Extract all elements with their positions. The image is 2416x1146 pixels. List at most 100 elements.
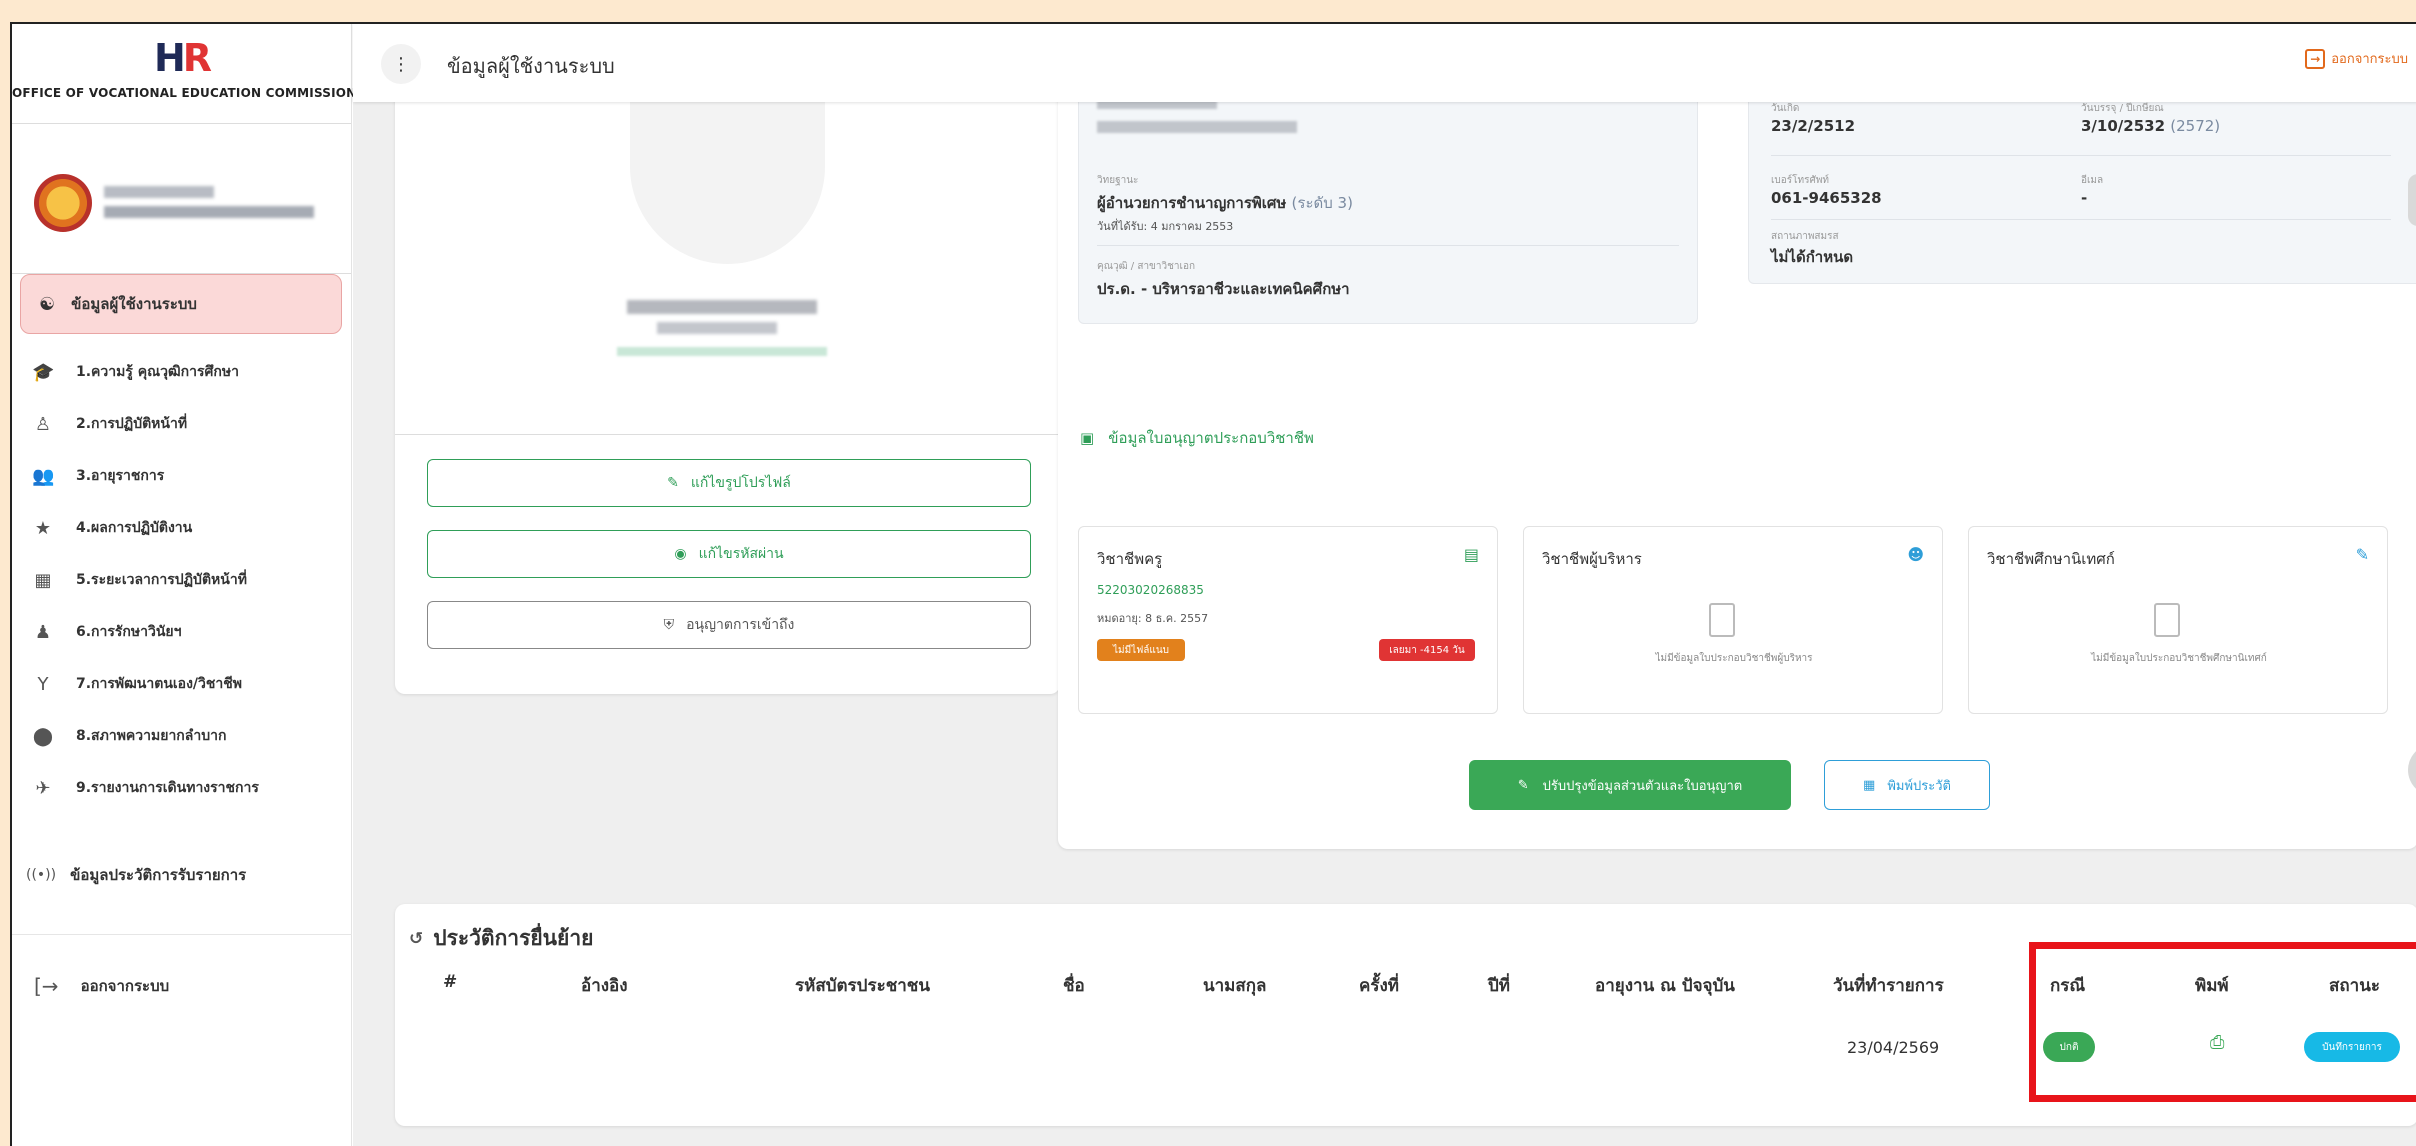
hr-logo: HR (153, 36, 212, 80)
sidebar-item-history[interactable]: ((•)) ข้อมูลประวัติการรับรายการ (12, 849, 246, 901)
expired-badge: เลยมา -4154 วัน (1379, 639, 1475, 661)
profile-name-blurred (627, 300, 817, 314)
sidebar: HR OFFICE OF VOCATIONAL EDUCATION COMMIS… (12, 24, 357, 1146)
users-icon: 👥 (32, 465, 55, 487)
sidebar-item-label: ข้อมูลประวัติการรับรายการ (70, 866, 247, 884)
id-badge-icon[interactable]: ▤ (1464, 545, 1479, 564)
history-title: ↺ ประวัติการยื่นย้าย (409, 926, 594, 950)
profile-id-blurred (657, 322, 777, 334)
position-box: วิทยฐานะ ผู้อำนวยการชำนาญการพิเศษ (ระดับ… (1078, 64, 1698, 324)
license-card-supervisor: วิชาชีพศึกษานิเทศก์ ✎ ไม่มีข้อมูลใบประกอ… (1968, 526, 2388, 714)
license-card-admin: วิชาชีพผู้บริหาร ☻ ไม่มีข้อมูลใบประกอบวิ… (1523, 526, 1943, 714)
column-header: รหัสบัตรประชาชน (795, 976, 930, 996)
column-header: # (443, 972, 458, 992)
degree-value: ปร.ด. - บริหารอาชีวะและเทคนิคศึกษา (1097, 280, 1350, 298)
sidebar-item-5[interactable]: ▦ 5.ระยะเวลาการปฏิบัติหน้าที่ (12, 554, 352, 606)
no-file-badge: ไม่มีไฟล์แนบ (1097, 639, 1185, 661)
birth-date: 23/2/2512 (1771, 117, 1856, 135)
sidebar-logout-button[interactable]: [→ ออกจากระบบ (34, 974, 169, 998)
key-icon: ◉ (674, 546, 687, 562)
main-content: ⋮ ข้อมูลผู้ใช้งานระบบ → ออกจากระบบ ✎ แก้ไ… (353, 24, 2416, 1146)
sidebar-item-6[interactable]: ♟ 6.การรักษาวินัยฯ (12, 606, 352, 658)
divider (1771, 219, 2391, 220)
map-pin-icon: ⬤ (32, 725, 54, 747)
sidebar-item-8[interactable]: ⬤ 8.สภาพความยากลำบาก (12, 710, 352, 762)
page-title: ข้อมูลผู้ใช้งานระบบ (447, 54, 615, 78)
profile-card: ✎ แก้ไขรูปโปรไฟล์ ◉ แก้ไขรหัสผ่าน ⛨ อนุญาตก… (395, 64, 1060, 694)
column-header: นามสกุล (1203, 976, 1267, 996)
edit-icon: ✎ (667, 475, 679, 491)
edit-icon: ✎ (1517, 777, 1529, 793)
user-edit-icon: ✎ (2355, 545, 2369, 564)
sidebar-item-9[interactable]: ✈ 9.รายงานการเดินทางราชการ (12, 762, 352, 814)
sidebar-item-7[interactable]: Y 7.การพัฒนาตนเอง/วิชาชีพ (12, 658, 352, 710)
org-detail-blurred (104, 206, 314, 218)
org-info (12, 124, 351, 274)
menu-toggle-button[interactable]: ⋮ (381, 44, 421, 84)
license-card-teacher: วิชาชีพครู ▤ 52203020268835 หมดอายุ: 8 ธ… (1078, 526, 1498, 714)
sidebar-item-label: ข้อมูลผู้ใช้งานระบบ (71, 295, 197, 313)
sidebar-item-1[interactable]: 🎓 1.ความรู้ คุณวุฒิการศึกษา (12, 346, 352, 398)
start-date: 3/10/2532 (2572) (2081, 117, 2221, 135)
logo-subtitle: OFFICE OF VOCATIONAL EDUCATION COMMISSIO… (12, 86, 357, 100)
topbar: ⋮ ข้อมูลผู้ใช้งานระบบ → ออกจากระบบ (353, 24, 2416, 102)
position-value: ผู้อำนวยการชำนาญการพิเศษ (ระดับ 3) (1097, 194, 1353, 212)
calendar-clock-icon: ▦ (34, 569, 52, 591)
transfer-history-card: ↺ ประวัติการยื่นย้าย # อ้างอิง รหัสบัตรป… (395, 904, 2416, 1126)
sidebar-nav: 🎓 1.ความรู้ คุณวุฒิการศึกษา ♙ 2.การปฏิบัติ… (12, 346, 352, 814)
divider (1097, 245, 1679, 246)
column-header: ครั้งที่ (1359, 976, 1400, 996)
edit-profile-photo-button[interactable]: ✎ แก้ไขรูปโปรไฟล์ (427, 459, 1031, 507)
table-cell-date: 23/04/2569 (1847, 1038, 1940, 1057)
history-icon: ↺ (409, 928, 424, 949)
sidebar-item-2[interactable]: ♙ 2.การปฏิบัติหน้าที่ (12, 398, 352, 450)
shield-icon: ⛨ (663, 617, 675, 633)
license-number: 52203020268835 (1097, 583, 1204, 597)
user-desk-icon: ♙ (34, 413, 52, 435)
license-section-title: ▣ ข้อมูลใบอนุญาตประกอบวิชาชีพ (1080, 429, 1314, 447)
airplane-icon: ✈ (35, 777, 51, 799)
trophy-icon: Y (37, 673, 49, 695)
sidebar-item-3[interactable]: 👥 3.อายุราชการ (12, 450, 352, 502)
user-icon: ☯ (39, 293, 56, 315)
print-profile-button[interactable]: ▦ พิมพ์ประวัติ (1824, 760, 1990, 810)
org-name-blurred (104, 186, 214, 198)
permission-button[interactable]: ⛨ อนุญาตการเข้าถึง (427, 601, 1031, 649)
graduation-cap-icon: 🎓 (32, 361, 55, 383)
update-info-button[interactable]: ✎ ปรับปรุงข้อมูลส่วนตัวและใบอนุญาต (1469, 760, 1791, 810)
app-window: HR OFFICE OF VOCATIONAL EDUCATION COMMIS… (10, 22, 2416, 1146)
column-header: ปีที่ (1488, 976, 1510, 996)
person-shield-icon: ♟ (34, 621, 52, 643)
document-icon: ▦ (1863, 777, 1876, 793)
sidebar-item-4[interactable]: ★ 4.ผลการปฏิบัติงาน (12, 502, 352, 554)
more-vertical-icon: ⋮ (392, 53, 410, 75)
blurred-text (1097, 121, 1297, 133)
floating-action-button[interactable]: ⋮ (2408, 174, 2416, 226)
sidebar-item-user-info[interactable]: ☯ ข้อมูลผู้ใช้งานระบบ (20, 274, 342, 334)
info-card: วิทยฐานะ ผู้อำนวยการชำนาญการพิเศษ (ระดับ… (1058, 64, 2416, 849)
column-header: วันที่ทำรายการ (1833, 976, 1944, 996)
column-header: อายุงาน ณ ปัจจุบัน (1595, 976, 1735, 996)
marital-value: ไม่ได้กำหนด (1771, 248, 1854, 266)
award-icon: ★ (34, 517, 52, 539)
divider (12, 934, 352, 935)
avatar (630, 94, 825, 264)
edit-password-button[interactable]: ◉ แก้ไขรหัสผ่าน (427, 530, 1031, 578)
logout-icon: [→ (34, 974, 59, 998)
column-header: ชื่อ (1063, 976, 1085, 996)
divider (1771, 155, 2391, 156)
topbar-logout-button[interactable]: → ออกจากระบบ (2305, 48, 2408, 69)
license-expiry: หมดอายุ: 8 ธ.ค. 2557 (1097, 612, 1209, 625)
document-icon (1709, 603, 1735, 637)
email-value: - (2081, 189, 2088, 207)
column-header: อ้างอิง (581, 976, 628, 996)
logout-icon: → (2305, 48, 2326, 69)
highlight-box (2029, 942, 2416, 1102)
phone-value: 061-9465328 (1771, 189, 1882, 207)
profile-org-blurred (617, 347, 827, 356)
org-emblem-icon (34, 174, 92, 232)
divider (395, 434, 1060, 435)
logo: HR OFFICE OF VOCATIONAL EDUCATION COMMIS… (12, 24, 357, 124)
id-card-icon: ▣ (1080, 429, 1095, 447)
broadcast-icon: ((•)) (26, 867, 57, 883)
